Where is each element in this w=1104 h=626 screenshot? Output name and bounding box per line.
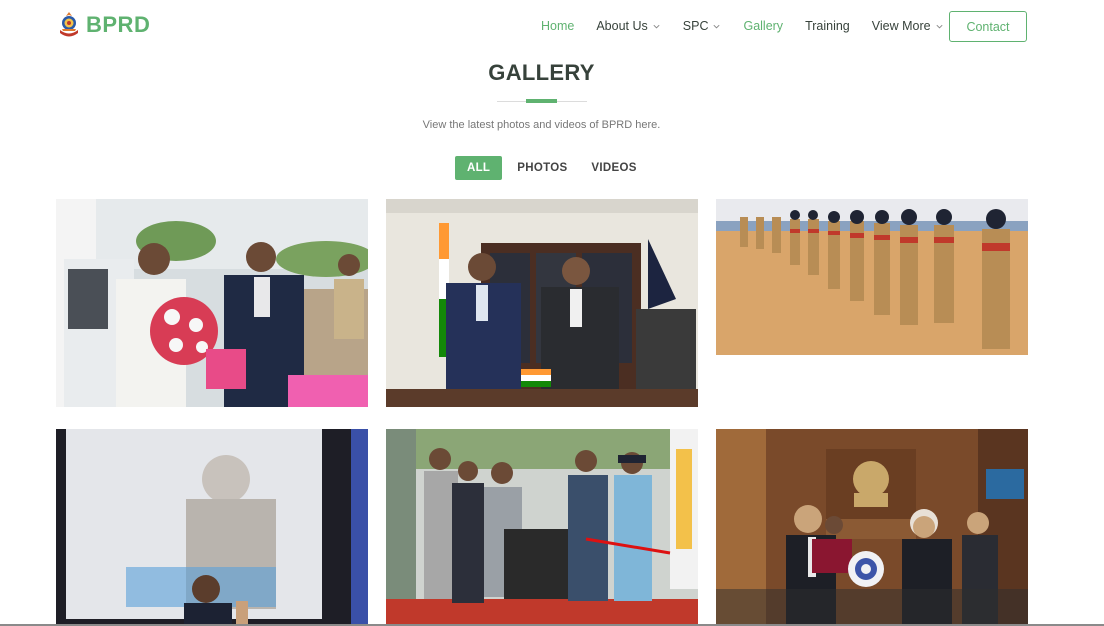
- main-nav: Home About Us SPC Gallery Training View …: [541, 17, 966, 35]
- nav-item-label: SPC: [682, 19, 709, 33]
- nav-item-label: About Us: [596, 19, 648, 33]
- photo-icon: [716, 199, 1028, 355]
- nav-item-label: Home: [541, 19, 575, 33]
- brand-logo[interactable]: BPRD: [56, 10, 150, 40]
- gallery-photo-memento-presentation[interactable]: [716, 429, 1028, 626]
- photo-icon: [56, 199, 368, 407]
- filter-all[interactable]: ALL: [455, 156, 503, 180]
- nav-item-view-more[interactable]: View More: [872, 19, 944, 33]
- photo-icon: [386, 199, 698, 407]
- photo-icon: [56, 429, 368, 626]
- title-accent-bar: [526, 99, 557, 103]
- site-header: BPRD Home About Us SPC Gallery Training …: [0, 0, 1104, 54]
- nav-item-label: Training: [805, 19, 850, 33]
- nav-item-gallery[interactable]: Gallery: [743, 19, 783, 33]
- page-subtitle: View the latest photos and videos of BPR…: [422, 119, 661, 131]
- gallery-photo-ribbon-cutting[interactable]: [386, 429, 698, 626]
- nav-item-label: Gallery: [743, 19, 784, 33]
- nav-item-about-us[interactable]: About Us: [596, 19, 660, 33]
- nav-item-home[interactable]: Home: [541, 19, 574, 33]
- brand-name: BPRD: [86, 12, 151, 37]
- chevron-down-icon: [936, 24, 943, 28]
- chevron-down-icon: [713, 24, 720, 28]
- photo-gallery: [56, 199, 1028, 626]
- contact-button[interactable]: Contact: [949, 11, 1027, 42]
- gallery-filters: ALL PHOTOS VIDEOS: [455, 156, 649, 180]
- photo-icon: [716, 429, 1028, 626]
- nav-item-training[interactable]: Training: [805, 19, 850, 33]
- filter-photos[interactable]: PHOTOS: [505, 156, 579, 180]
- gallery-photo-handshake-office[interactable]: [386, 199, 698, 407]
- gallery-photo-parade-march[interactable]: [716, 199, 1028, 355]
- nav-item-spc[interactable]: SPC: [683, 19, 722, 33]
- nav-item-label: View More: [871, 19, 931, 33]
- page-title: GALLERY: [488, 60, 595, 85]
- gallery-photo-conference-speaker[interactable]: [56, 429, 368, 626]
- photo-icon: [386, 429, 698, 626]
- gallery-photo-flower-welcome[interactable]: [56, 199, 368, 407]
- filter-videos[interactable]: VIDEOS: [579, 156, 648, 180]
- chevron-down-icon: [653, 24, 660, 28]
- emblem-icon: [60, 12, 78, 37]
